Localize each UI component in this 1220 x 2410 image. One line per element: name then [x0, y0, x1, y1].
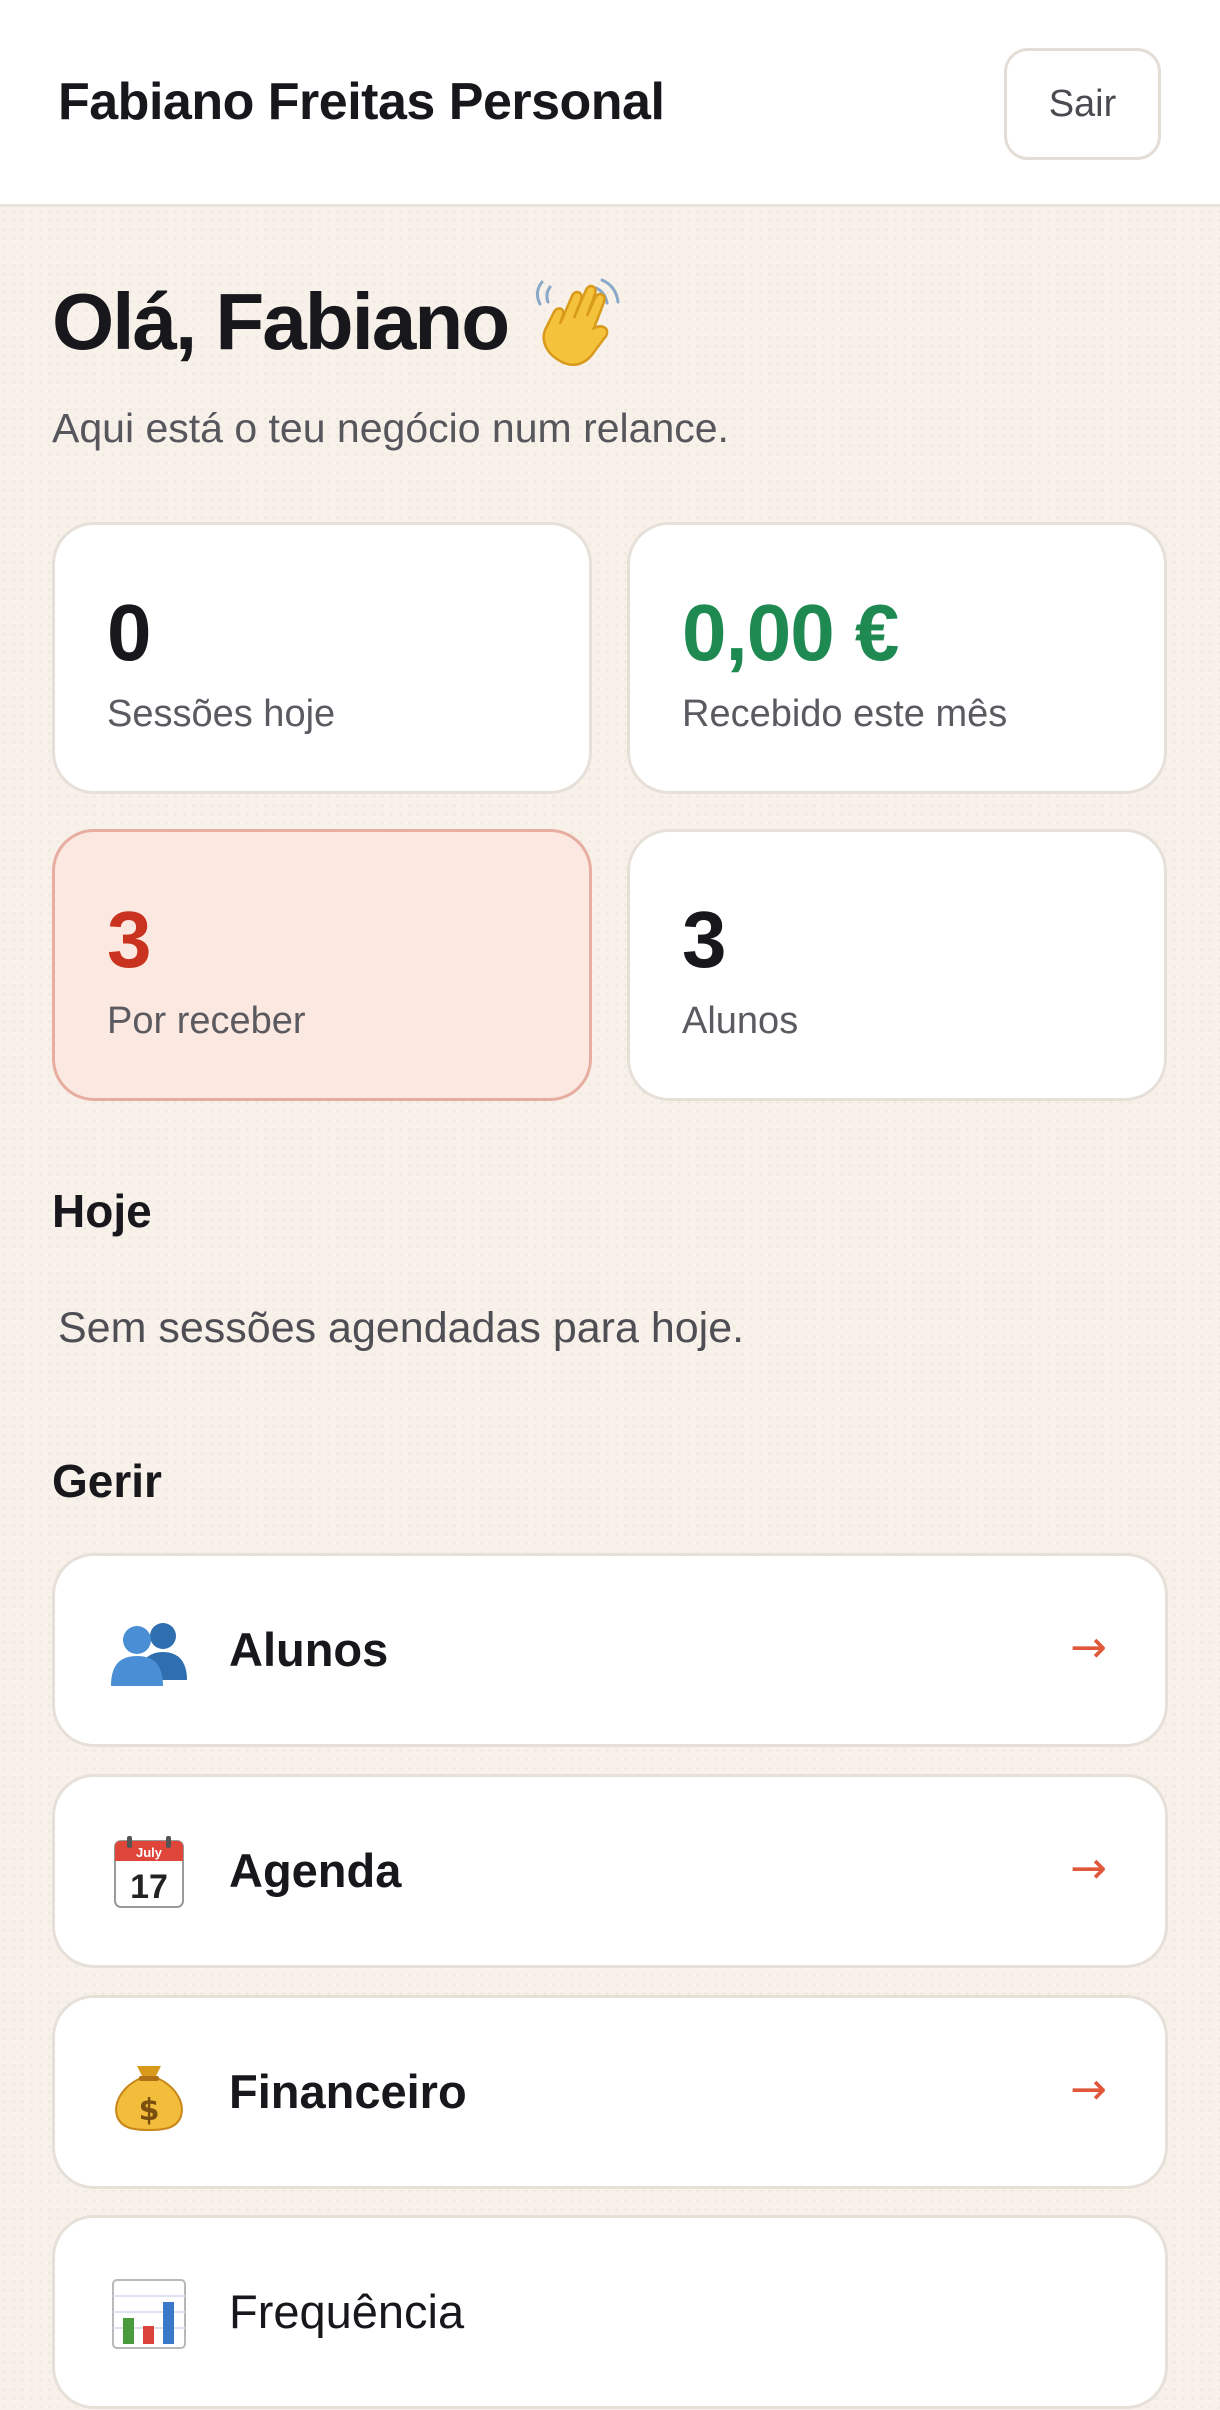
logout-button[interactable]: Sair: [1004, 48, 1161, 160]
empty-sessions-message: Sem sessões agendadas para hoje.: [58, 1304, 745, 1352]
people-icon: [109, 1614, 189, 1690]
arrow-right-icon: →: [1070, 2064, 1107, 2115]
stat-card-received-month: 0,00 € Recebido este mês: [627, 522, 1167, 794]
greeting-title: Olá, Fabiano: [52, 277, 510, 366]
menu-item-attendance[interactable]: Frequência: [52, 2215, 1168, 2409]
stat-value: 0: [107, 588, 151, 677]
menu-item-label: Alunos: [229, 1623, 389, 1676]
stat-label: Sessões hoje: [107, 693, 336, 735]
menu-item-students[interactable]: Alunos →: [52, 1553, 1168, 1747]
section-title-manage: Gerir: [52, 1455, 162, 1507]
menu-item-label: Frequência: [229, 2285, 465, 2338]
waving-hand-icon: [532, 274, 624, 370]
section-title-today: Hoje: [52, 1185, 152, 1237]
stat-label: Por receber: [107, 1000, 306, 1042]
stat-card-students: 3 Alunos: [627, 829, 1167, 1101]
stat-value: 3: [107, 895, 151, 984]
greeting-subtitle: Aqui está o teu negócio num relance.: [52, 405, 729, 451]
stat-card-to-receive: 3 Por receber: [52, 829, 592, 1101]
stat-label: Recebido este mês: [682, 693, 1008, 735]
greeting: Olá, Fabiano: [52, 274, 624, 370]
calendar-day: 17: [130, 1868, 168, 1906]
stat-label: Alunos: [682, 1000, 799, 1042]
brand-title: Fabiano Freitas Personal: [58, 73, 665, 131]
app-header: Fabiano Freitas Personal Sair: [0, 0, 1220, 207]
calendar-icon: July 17: [109, 1835, 189, 1911]
menu-item-label: Agenda: [229, 1844, 402, 1897]
arrow-right-icon: →: [1070, 1843, 1107, 1894]
menu-item-finance[interactable]: $ Financeiro →: [52, 1995, 1168, 2189]
money-bag-icon: $: [109, 2056, 189, 2132]
arrow-right-icon: →: [1070, 1622, 1107, 1673]
menu-item-agenda[interactable]: July 17 Agenda →: [52, 1774, 1168, 1968]
menu-item-label: Financeiro: [229, 2065, 467, 2118]
stat-value: 3: [682, 895, 726, 984]
calendar-month: July: [136, 1845, 163, 1860]
svg-text:$: $: [139, 2093, 160, 2128]
stat-value: 0,00 €: [682, 588, 899, 677]
stat-card-sessions-today: 0 Sessões hoje: [52, 522, 592, 794]
bar-chart-icon: [109, 2276, 189, 2352]
